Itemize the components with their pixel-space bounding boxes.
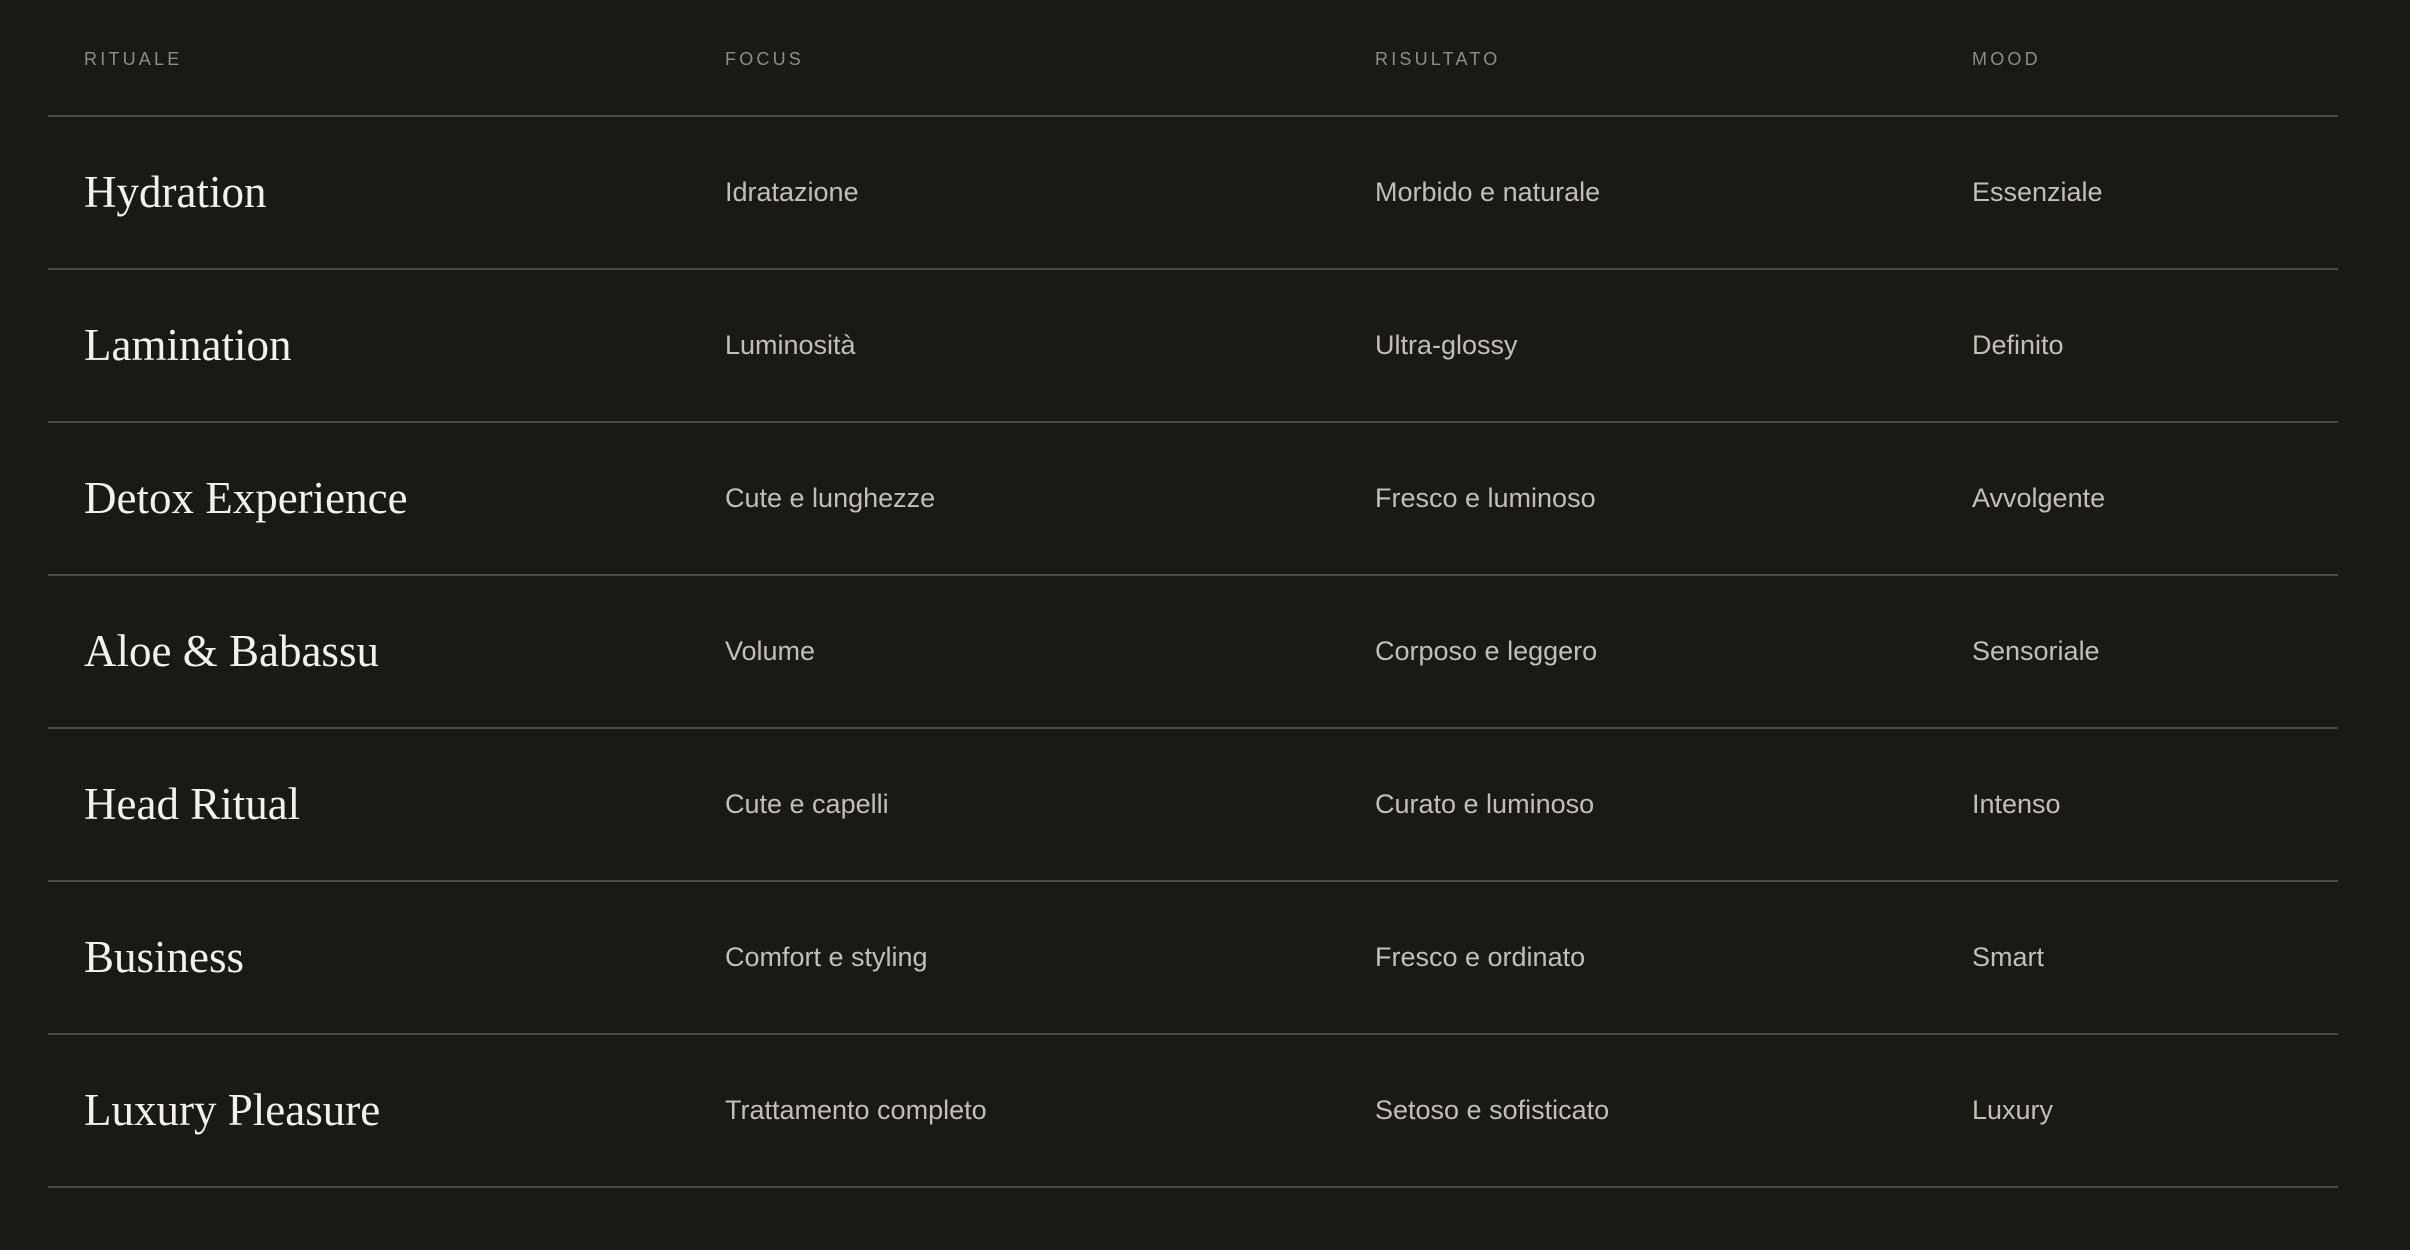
header-focus: FOCUS [725,49,804,69]
ritual-result: Fresco e luminoso [1375,483,1596,513]
ritual-result: Corposo e leggero [1375,636,1598,666]
ritual-focus: Comfort e styling [725,942,928,972]
ritual-mood: Avvolgente [1972,483,2106,513]
ritual-focus: Cute e lunghezze [725,483,936,513]
ritual-name: Head Ritual [84,779,301,829]
header-result: RISULTATO [1375,49,1501,69]
ritual-name: Luxury Pleasure [84,1085,381,1135]
table-row: Detox Experience Cute e lunghezze Fresco… [48,423,2338,576]
ritual-name: Business [84,932,245,982]
ritual-mood: Definito [1972,330,2064,360]
ritual-result: Ultra-glossy [1375,330,1518,360]
table-row: Business Comfort e styling Fresco e ordi… [48,882,2338,1035]
ritual-focus: Cute e capelli [725,789,889,819]
table-header-row: RITUALE FOCUS RISULTATO MOOD [48,0,2338,117]
header-ritual: RITUALE [84,49,183,69]
ritual-mood: Sensoriale [1972,636,2100,666]
ritual-result: Morbido e naturale [1375,177,1601,207]
table-row: Lamination Luminosità Ultra-glossy Defin… [48,270,2338,423]
ritual-name: Hydration [84,167,267,217]
table-row: Head Ritual Cute e capelli Curato e lumi… [48,729,2338,882]
ritual-focus: Volume [725,636,816,666]
ritual-mood: Luxury [1972,1095,2054,1125]
ritual-focus: Luminosità [725,330,856,360]
table-row: Aloe & Babassu Volume Corposo e leggero … [48,576,2338,729]
ritual-name: Aloe & Babassu [84,626,379,676]
ritual-result: Setoso e sofisticato [1375,1095,1610,1125]
ritual-mood: Smart [1972,942,2045,972]
ritual-mood: Essenziale [1972,177,2103,207]
ritual-result: Fresco e ordinato [1375,942,1586,972]
ritual-result: Curato e luminoso [1375,789,1595,819]
ritual-mood: Intenso [1972,789,2061,819]
ritual-focus: Trattamento completo [725,1095,987,1125]
table-row: Luxury Pleasure Trattamento completo Set… [48,1035,2338,1188]
ritual-focus: Idratazione [725,177,859,207]
table-row: Hydration Idratazione Morbido e naturale… [48,117,2338,270]
header-mood: MOOD [1972,49,2041,69]
ritual-name: Detox Experience [84,473,408,523]
ritual-name: Lamination [84,320,292,370]
rituals-table: RITUALE FOCUS RISULTATO MOOD Hydration I… [48,0,2338,1188]
